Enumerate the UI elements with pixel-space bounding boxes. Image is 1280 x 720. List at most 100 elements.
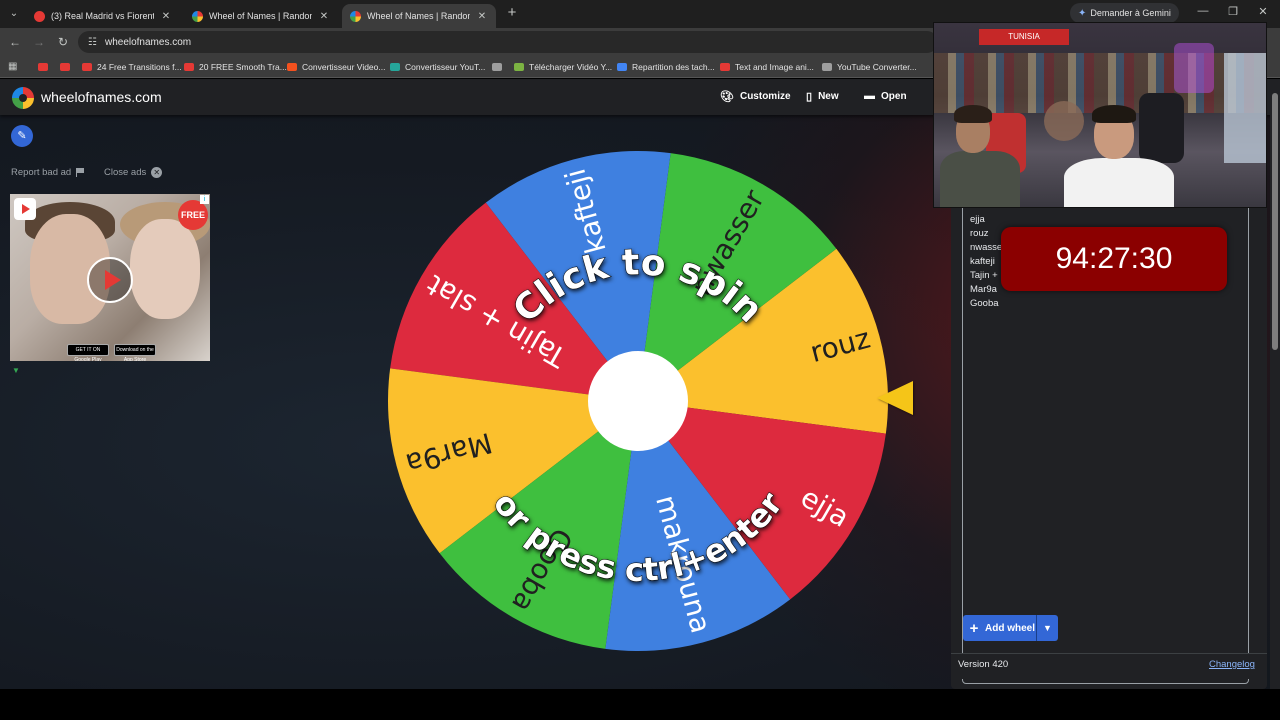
bookmark-label: Convertisseur YouT...	[405, 62, 486, 72]
webcam-person-left	[940, 151, 1020, 207]
folder-icon: ▬	[864, 90, 875, 102]
address-bar[interactable]: ☷ wheelofnames.com	[78, 31, 938, 53]
ad-free-badge: FREE	[178, 200, 208, 230]
bookmark-item[interactable]: Télécharger Vidéo Y...	[514, 60, 612, 74]
wheel-logo-icon[interactable]	[12, 87, 34, 109]
webcam-person-left-hair	[954, 105, 992, 123]
bookmark-item[interactable]: YouTube Converter...	[822, 60, 917, 74]
reload-icon[interactable]: ↻	[55, 34, 71, 50]
wheelofnames-favicon-icon	[350, 10, 361, 22]
bookmark-favicon-icon	[514, 63, 524, 71]
wheelofnames-favicon-icon	[192, 10, 203, 22]
bookmark-label: Text and Image ani...	[735, 62, 814, 72]
bookmark-label: 20 FREE Smooth Tra...	[199, 62, 287, 72]
bookmark-item[interactable]: Text and Image ani...	[720, 60, 814, 74]
report-bad-ad-link[interactable]: Report bad ad	[11, 167, 85, 178]
bookmark-label: YouTube Converter...	[837, 62, 917, 72]
gemini-label: Demander à Gemini	[1090, 8, 1171, 18]
tab-close-icon[interactable]: ✕	[160, 11, 172, 22]
browser-tab-3[interactable]: Wheel of Names | Random nam ✕	[342, 4, 496, 28]
bookmark-item[interactable]	[60, 60, 70, 74]
site-name[interactable]: wheelofnames.com	[41, 89, 162, 105]
bookmark-label: Convertisseur Video...	[302, 62, 386, 72]
webcam-neon-light	[1174, 43, 1214, 93]
bookmark-favicon-icon	[60, 63, 70, 71]
bookmark-item[interactable]: Repartition des tach...	[617, 60, 715, 74]
webcam-background-person	[1044, 101, 1084, 141]
browser-tab-2[interactable]: Wheel of Names | Random nam ✕	[184, 4, 338, 28]
webcam-window	[1224, 53, 1266, 163]
spinning-wheel[interactable]: rouz nwasser kafteji Tajin + slat Mar9a Gooba…	[385, 148, 891, 654]
entry-line[interactable]: ejja	[970, 214, 985, 225]
url-text: wheelofnames.com	[104, 36, 192, 48]
entry-line[interactable]: rouz	[970, 228, 988, 239]
dropdown-caret-icon[interactable]: ▼	[1036, 615, 1058, 641]
customize-button[interactable]: 🎨︎ Customize	[720, 90, 791, 103]
google-play-badge[interactable]: GET IT ON Google Play	[67, 344, 109, 361]
advertisement[interactable]: FREE GET IT ON Google Play Download on t…	[10, 194, 210, 361]
site-settings-icon[interactable]: ☷	[88, 37, 97, 48]
bookmark-label: Télécharger Vidéo Y...	[529, 62, 613, 72]
new-tab-icon[interactable]: +	[504, 5, 520, 21]
wheel-graphic[interactable]: rouznwasserkaftejiTajin + slatMar9aGooba…	[385, 148, 891, 654]
close-window-icon[interactable]: ✕	[1252, 5, 1274, 18]
open-label: Open	[881, 90, 907, 102]
entry-line[interactable]: Tajin +	[970, 270, 998, 281]
back-arrow-icon[interactable]: ←	[7, 34, 23, 50]
webcam-black-chair	[1139, 93, 1184, 163]
close-ads-link[interactable]: Close ads ✕	[104, 167, 163, 178]
tab-close-icon[interactable]: ✕	[476, 11, 488, 22]
minimize-icon[interactable]: —	[1192, 5, 1214, 17]
tab-title: Wheel of Names | Random nam	[209, 11, 312, 21]
entry-line[interactable]: nwasse	[970, 242, 1002, 253]
version-label: Version 420	[958, 659, 1009, 670]
restore-icon[interactable]: ❐	[1222, 5, 1244, 18]
ad-app-logo-icon	[14, 198, 36, 220]
open-button[interactable]: ▬ Open	[864, 90, 907, 102]
tab-title: Wheel of Names | Random nam	[367, 11, 470, 21]
entry-line[interactable]: kafteji	[970, 256, 995, 267]
bookmark-label: 24 Free Transitions f...	[97, 62, 182, 72]
changelog-link[interactable]: Changelog	[1209, 659, 1255, 670]
report-ad-label: Report bad ad	[11, 167, 72, 178]
play-icon[interactable]	[87, 257, 133, 303]
entry-line[interactable]: Gooba	[970, 298, 999, 309]
forward-arrow-icon[interactable]: →	[31, 34, 47, 50]
plus-icon: +	[969, 619, 979, 637]
close-ads-label: Close ads	[104, 167, 147, 178]
entry-line[interactable]: Mar9a	[970, 284, 997, 295]
add-wheel-button[interactable]: + Add wheel ▼	[963, 615, 1058, 641]
tab-close-icon[interactable]: ✕	[318, 11, 330, 22]
bookmark-item[interactable]: Convertisseur YouT...	[390, 60, 485, 74]
bookmark-item[interactable]: Convertisseur Video...	[287, 60, 385, 74]
ad-info-icon[interactable]: i	[200, 195, 209, 204]
customize-label: Customize	[739, 91, 791, 102]
bookmark-favicon-icon	[82, 63, 92, 71]
webcam-banner: TUNISIA	[979, 29, 1069, 45]
webcam-shelf	[934, 53, 1266, 113]
bookmark-favicon-icon	[184, 63, 194, 71]
webcam-overlay: TUNISIA	[933, 22, 1267, 208]
bookmark-item[interactable]	[38, 60, 48, 74]
gemini-sparkle-icon: ✦	[1078, 7, 1087, 19]
bookmark-item[interactable]: 20 FREE Smooth Tra...	[184, 60, 287, 74]
new-button[interactable]: ▯ New	[806, 90, 839, 103]
bookmark-favicon-icon	[720, 63, 730, 71]
gemini-button[interactable]: ✦ Demander à Gemini	[1070, 3, 1179, 23]
countdown-timer: 94:27:30	[1001, 227, 1227, 291]
tab-search-chevron-icon[interactable]: ⌄	[6, 6, 22, 22]
bookmark-favicon-icon	[617, 63, 627, 71]
apps-grid-icon[interactable]: ▦	[8, 61, 19, 72]
bookmark-item[interactable]	[492, 60, 502, 74]
edit-pencil-button[interactable]: ✎	[11, 125, 33, 147]
wheel-center-hub[interactable]	[588, 351, 688, 451]
ad-image-part	[130, 219, 200, 319]
bookmark-item[interactable]: 24 Free Transitions f...	[82, 60, 182, 74]
app-store-badge[interactable]: Download on the App Store	[114, 344, 156, 361]
bookmark-favicon-icon	[822, 63, 832, 71]
browser-tab-1[interactable]: (3) Real Madrid vs Fiorentina 2- ✕	[26, 4, 180, 28]
scrollbar-thumb[interactable]	[1272, 93, 1278, 350]
adchoices-icon[interactable]: ▼	[12, 366, 20, 375]
tab-title: (3) Real Madrid vs Fiorentina 2-	[51, 11, 154, 21]
palette-icon: 🎨︎	[720, 91, 734, 103]
